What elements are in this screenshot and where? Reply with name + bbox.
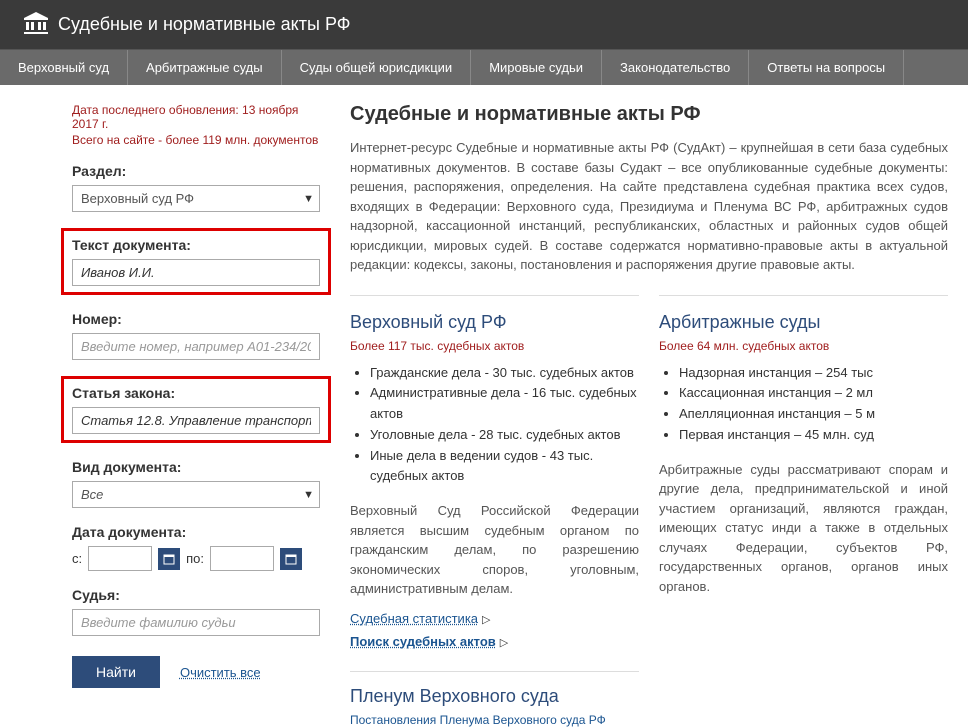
arrow-icon: ▷: [500, 637, 508, 649]
clear-link[interactable]: Очистить все: [180, 665, 261, 680]
arrow-icon: ▷: [482, 614, 490, 626]
date-label: Дата документа:: [72, 524, 320, 540]
building-icon: [24, 12, 48, 37]
section-select[interactable]: [72, 185, 320, 212]
card-desc: Арбитражные суды рассматривают спорам и …: [659, 460, 948, 597]
list-item: Административные дела - 16 тыс. судебных…: [370, 383, 639, 425]
date-from-picker[interactable]: [158, 548, 180, 570]
nav-legislation[interactable]: Законодательство: [602, 50, 749, 85]
list-item: Надзорная инстанция – 254 тыс: [679, 363, 948, 384]
number-label: Номер:: [72, 311, 320, 327]
card-desc: Верховный Суд Российской Федерации являе…: [350, 501, 639, 599]
plenum-title: Пленум Верховного суда: [350, 686, 639, 707]
card-title: Арбитражные суды: [659, 312, 948, 333]
card-arbitration: Арбитражные суды Более 64 млн. судебных …: [659, 295, 948, 727]
nav-supreme[interactable]: Верховный суд: [0, 50, 128, 85]
date-to-label: по:: [186, 551, 204, 566]
card-count: Более 64 млн. судебных актов: [659, 339, 948, 353]
nav-answers[interactable]: Ответы на вопросы: [749, 50, 904, 85]
date-from-input[interactable]: [88, 546, 152, 571]
judge-input[interactable]: [72, 609, 320, 636]
list-item: Иные дела в ведении судов - 43 тыс. суде…: [370, 446, 639, 488]
page-description: Интернет-ресурс Судебные и нормативные а…: [350, 138, 948, 275]
main-nav: Верховный суд Арбитражные суды Суды обще…: [0, 49, 968, 85]
meta-total: Всего на сайте - более 119 млн. документ…: [72, 133, 320, 147]
date-to-picker[interactable]: [280, 548, 302, 570]
search-sidebar: Дата последнего обновления: 13 ноября 20…: [20, 85, 330, 727]
date-to-input[interactable]: [210, 546, 274, 571]
card-count: Более 117 тыс. судебных актов: [350, 339, 639, 353]
text-label: Текст документа:: [72, 237, 320, 253]
section-label: Раздел:: [72, 163, 320, 179]
list-item: Первая инстанция – 45 млн. суд: [679, 425, 948, 446]
judge-label: Судья:: [72, 587, 320, 603]
nav-arbitration[interactable]: Арбитражные суды: [128, 50, 282, 85]
nav-justice[interactable]: Мировые судьи: [471, 50, 602, 85]
main-content: Судебные и нормативные акты РФ Интернет-…: [330, 85, 948, 727]
law-label: Статья закона:: [72, 385, 320, 401]
law-input[interactable]: [72, 407, 320, 434]
app-header: Судебные и нормативные акты РФ: [0, 0, 968, 49]
list-item: Кассационная инстанция – 2 мл: [679, 383, 948, 404]
number-input[interactable]: [72, 333, 320, 360]
list-item: Гражданские дела - 30 тыс. судебных акто…: [370, 363, 639, 384]
search-button[interactable]: Найти: [72, 656, 160, 688]
page-title: Судебные и нормативные акты РФ: [350, 103, 948, 126]
card-title: Верховный суд РФ: [350, 312, 639, 333]
date-from-label: с:: [72, 551, 82, 566]
card-supreme: Верховный суд РФ Более 117 тыс. судебных…: [350, 295, 639, 727]
type-select[interactable]: [72, 481, 320, 508]
list-item: Уголовные дела - 28 тыс. судебных актов: [370, 425, 639, 446]
app-title: Судебные и нормативные акты РФ: [58, 14, 350, 35]
nav-general[interactable]: Суды общей юрисдикции: [282, 50, 472, 85]
type-label: Вид документа:: [72, 459, 320, 475]
text-input[interactable]: [72, 259, 320, 286]
plenum-sub: Постановления Пленума Верховного суда РФ: [350, 713, 639, 727]
meta-updated: Дата последнего обновления: 13 ноября 20…: [72, 103, 320, 131]
search-acts-link[interactable]: Поиск судебных актов: [350, 634, 496, 649]
stats-link[interactable]: Судебная статистика: [350, 611, 478, 626]
list-item: Апелляционная инстанция – 5 м: [679, 404, 948, 425]
